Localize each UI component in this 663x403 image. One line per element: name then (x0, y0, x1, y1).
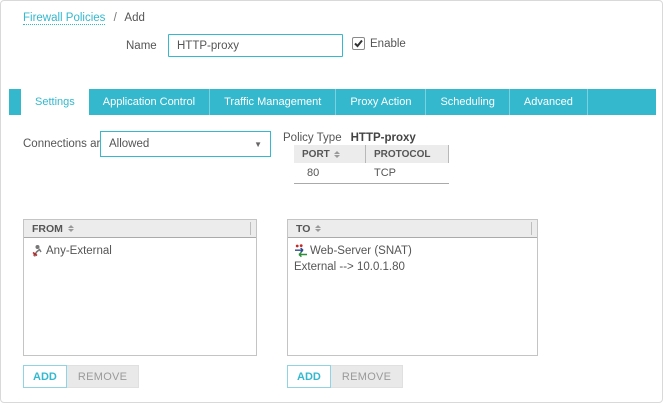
protocol-column-header[interactable]: PROTOCOL (366, 145, 449, 163)
port-table-header: PORT PROTOCOL (294, 145, 449, 163)
enable-label: Enable (370, 38, 406, 50)
to-panel-header[interactable]: TO (288, 220, 537, 238)
connections-dropdown-value: Allowed (109, 138, 149, 150)
to-remove-button[interactable]: REMOVE (331, 365, 403, 388)
sort-icon (334, 151, 340, 158)
from-button-row: ADD REMOVE (23, 365, 139, 388)
connections-dropdown[interactable]: Allowed ▼ (100, 131, 271, 157)
from-remove-button[interactable]: REMOVE (67, 365, 139, 388)
from-add-button[interactable]: ADD (23, 365, 67, 388)
list-item-any-external[interactable]: Any-External (30, 244, 250, 258)
to-button-row: ADD REMOVE (287, 365, 403, 388)
breadcrumb-separator: / (114, 12, 117, 24)
breadcrumb: Firewall Policies / Add (23, 12, 145, 24)
snat-icon (294, 244, 308, 258)
list-item-subline: External --> 10.0.1.80 (294, 261, 531, 273)
breadcrumb-link-firewall-policies[interactable]: Firewall Policies (23, 12, 105, 25)
to-panel: TO Web-Server (SNAT) External --> 10.0.1… (287, 219, 538, 356)
tab-spacer (9, 89, 21, 115)
policy-type-value: HTTP-proxy (351, 132, 416, 144)
tab-bar: Settings Application Control Traffic Man… (9, 89, 656, 115)
to-panel-body: Web-Server (SNAT) External --> 10.0.1.80 (288, 238, 537, 279)
sort-icon (315, 225, 321, 232)
checkmark-icon (353, 38, 364, 49)
tab-scheduling[interactable]: Scheduling (426, 89, 509, 115)
tab-proxy-action[interactable]: Proxy Action (336, 89, 426, 115)
policy-type-label: Policy Type (283, 132, 342, 144)
enable-checkbox-group: Enable (352, 37, 406, 50)
tab-traffic-management[interactable]: Traffic Management (210, 89, 336, 115)
from-header-label: FROM (32, 223, 63, 235)
tab-advanced[interactable]: Advanced (510, 89, 588, 115)
protocol-cell: TCP (366, 167, 449, 179)
port-cell: 80 (294, 167, 366, 179)
to-header-label: TO (296, 223, 310, 235)
from-panel: FROM Any-External (23, 219, 257, 356)
firewall-policy-add-page: Firewall Policies / Add Name Enable Sett… (0, 0, 663, 403)
to-add-button[interactable]: ADD (287, 365, 331, 388)
name-label: Name (126, 40, 157, 52)
connections-are-label: Connections are (23, 138, 107, 150)
breadcrumb-current: Add (124, 12, 144, 24)
list-item-label: Web-Server (SNAT) (310, 245, 412, 257)
from-panel-body: Any-External (24, 238, 256, 264)
list-item-web-server-snat[interactable]: Web-Server (SNAT) (294, 244, 531, 258)
enable-checkbox[interactable] (352, 37, 365, 50)
alias-icon (30, 244, 44, 258)
tab-application-control[interactable]: Application Control (89, 89, 210, 115)
tab-bar-filler (588, 89, 656, 115)
port-column-header[interactable]: PORT (294, 145, 366, 163)
sort-icon (68, 225, 74, 232)
from-panel-header[interactable]: FROM (24, 220, 256, 238)
table-row: 80 TCP (294, 163, 449, 184)
list-item-label: Any-External (46, 245, 112, 257)
chevron-down-icon: ▼ (254, 140, 262, 149)
policy-type-row: Policy Type HTTP-proxy (283, 132, 416, 144)
tab-settings[interactable]: Settings (21, 89, 89, 115)
port-protocol-table: PORT PROTOCOL 80 TCP (294, 145, 449, 184)
name-input[interactable] (168, 34, 343, 57)
